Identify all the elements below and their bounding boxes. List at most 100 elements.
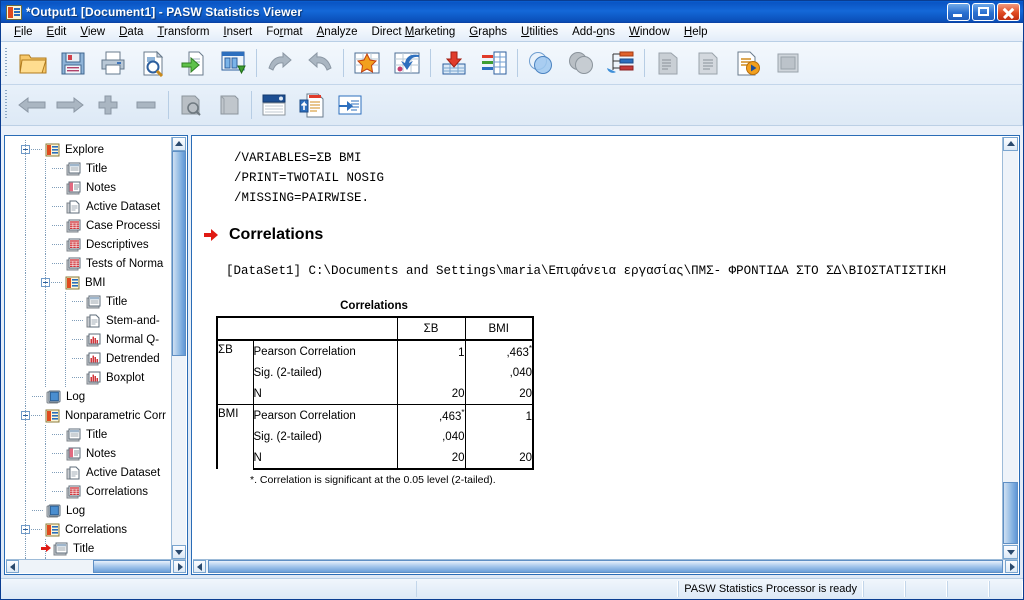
menu-help[interactable]: Help — [677, 25, 715, 39]
scroll-up-arrow[interactable] — [172, 137, 186, 151]
print-icon[interactable] — [93, 44, 133, 82]
outline-node-label: Log — [66, 390, 86, 403]
export-icon[interactable] — [213, 44, 253, 82]
menu-graphs[interactable]: Graphs — [462, 25, 514, 39]
outline-node[interactable]: Nonparametric Corr — [5, 406, 187, 425]
tree-guide-line — [25, 330, 26, 349]
outline-node-label: Title — [73, 542, 95, 555]
maximize-button[interactable] — [972, 3, 995, 21]
menu-utilities[interactable]: Utilities — [514, 25, 565, 39]
variables-icon[interactable] — [474, 44, 514, 82]
promote-icon[interactable] — [13, 88, 51, 122]
outline-node[interactable]: Stem-and- — [5, 311, 187, 330]
demote-icon[interactable] — [51, 88, 89, 122]
outline-hscroll-thumb[interactable] — [92, 560, 171, 573]
scroll-up-arrow[interactable] — [1003, 137, 1018, 151]
print-preview-icon[interactable] — [133, 44, 173, 82]
outline-node[interactable]: Case Processi — [5, 216, 187, 235]
menu-file[interactable]: File — [7, 25, 40, 39]
outline-node[interactable]: Log — [5, 387, 187, 406]
outline-node[interactable]: Tests of Norma — [5, 254, 187, 273]
outline-node[interactable]: Explore — [5, 140, 187, 159]
menu-transform[interactable]: Transform — [150, 25, 216, 39]
document-horizontal-scrollbar[interactable] — [193, 559, 1018, 573]
show-icon[interactable] — [172, 88, 210, 122]
spell-check-icon[interactable] — [728, 44, 768, 82]
toolbar-grip[interactable] — [3, 48, 10, 78]
toolbar-grip[interactable] — [3, 90, 10, 120]
cell-sb-sig-sb — [396, 362, 466, 383]
outline-node[interactable]: Boxplot — [5, 368, 187, 387]
open-file-icon[interactable] — [13, 44, 53, 82]
collapse-icon[interactable] — [127, 88, 165, 122]
split-file-icon[interactable] — [601, 44, 641, 82]
scroll-right-arrow[interactable] — [1005, 560, 1018, 573]
use-sets-icon[interactable] — [688, 44, 728, 82]
recall-dialog-icon[interactable] — [173, 44, 213, 82]
hide-icon[interactable] — [210, 88, 248, 122]
outline-node[interactable]: Correlations — [5, 520, 187, 539]
menu-add-ons[interactable]: Add-ons — [565, 25, 622, 39]
scroll-left-arrow[interactable] — [193, 560, 206, 573]
outline-node[interactable]: Descriptives — [5, 235, 187, 254]
scroll-left-arrow[interactable] — [6, 560, 19, 573]
outline-node[interactable]: Notes — [5, 444, 187, 463]
outline-horizontal-scrollbar[interactable] — [6, 559, 186, 573]
outline-node[interactable]: Title — [5, 539, 187, 558]
outline-node[interactable]: Notes — [5, 178, 187, 197]
outline-node[interactable]: Active Dataset — [5, 197, 187, 216]
correlations-heading-row[interactable]: Correlations — [192, 226, 1003, 244]
insert-heading-icon[interactable] — [255, 88, 293, 122]
menu-format[interactable]: Format — [259, 25, 309, 39]
row-label-n-2: N — [252, 447, 398, 470]
save-icon[interactable] — [53, 44, 93, 82]
value-labels-icon[interactable] — [648, 44, 688, 82]
document-vertical-scrollbar[interactable] — [1002, 137, 1018, 559]
tree-guide-dash — [51, 282, 63, 283]
menu-insert[interactable]: Insert — [216, 25, 259, 39]
document-scroll-thumb[interactable] — [1003, 482, 1018, 544]
menu-data[interactable]: Data — [112, 25, 150, 39]
outline-node[interactable]: Title — [5, 159, 187, 178]
run-icon[interactable] — [768, 44, 808, 82]
expand-icon[interactable] — [89, 88, 127, 122]
insert-title-icon[interactable] — [293, 88, 331, 122]
outline-node[interactable]: Correlations — [5, 482, 187, 501]
outline-node[interactable]: Active Dataset — [5, 463, 187, 482]
tree-guide-line — [45, 254, 46, 273]
menu-window[interactable]: Window — [622, 25, 677, 39]
menu-view[interactable]: View — [73, 25, 112, 39]
outline-node[interactable]: Detrended — [5, 349, 187, 368]
correlations-table-block[interactable]: Correlations ΣB BMI ΣB Pearson Correlati… — [192, 300, 1003, 487]
minimize-button[interactable] — [947, 3, 970, 21]
outline-scroll-thumb[interactable] — [172, 151, 186, 356]
outline-vertical-scrollbar[interactable] — [171, 137, 186, 559]
undo-icon[interactable] — [260, 44, 300, 82]
close-button[interactable] — [997, 3, 1020, 21]
insert-data-icon[interactable] — [434, 44, 474, 82]
goto-case-icon[interactable] — [347, 44, 387, 82]
scroll-down-arrow[interactable] — [1003, 545, 1018, 559]
select-cases-icon[interactable] — [521, 44, 561, 82]
scroll-down-arrow[interactable] — [172, 545, 186, 559]
menu-edit[interactable]: Edit — [40, 25, 74, 39]
menu-analyze[interactable]: Analyze — [310, 25, 365, 39]
goto-variable-icon[interactable] — [387, 44, 427, 82]
redo-icon[interactable] — [300, 44, 340, 82]
outline-node[interactable]: Normal Q- — [5, 330, 187, 349]
document-hscroll-thumb[interactable] — [208, 560, 1003, 573]
menu-direct-marketing[interactable]: Direct Marketing — [365, 25, 463, 39]
weight-cases-icon[interactable] — [561, 44, 601, 82]
outline-node-label: Correlations — [65, 523, 127, 536]
outline-node[interactable]: Title — [5, 292, 187, 311]
tree-guide-line — [25, 273, 26, 292]
correlations-table[interactable]: ΣB BMI ΣB Pearson Correlation 1 ,463* Si… — [216, 316, 534, 470]
scroll-right-arrow[interactable] — [173, 560, 186, 573]
insert-text-icon[interactable] — [331, 88, 369, 122]
outline-node[interactable]: BMI — [5, 273, 187, 292]
outline-node-label: Correlations — [86, 485, 148, 498]
tree-guide-line — [25, 254, 26, 273]
outline-node[interactable]: Log — [5, 501, 187, 520]
outline-node[interactable]: Title — [5, 425, 187, 444]
tree-guide-dash — [31, 529, 43, 530]
